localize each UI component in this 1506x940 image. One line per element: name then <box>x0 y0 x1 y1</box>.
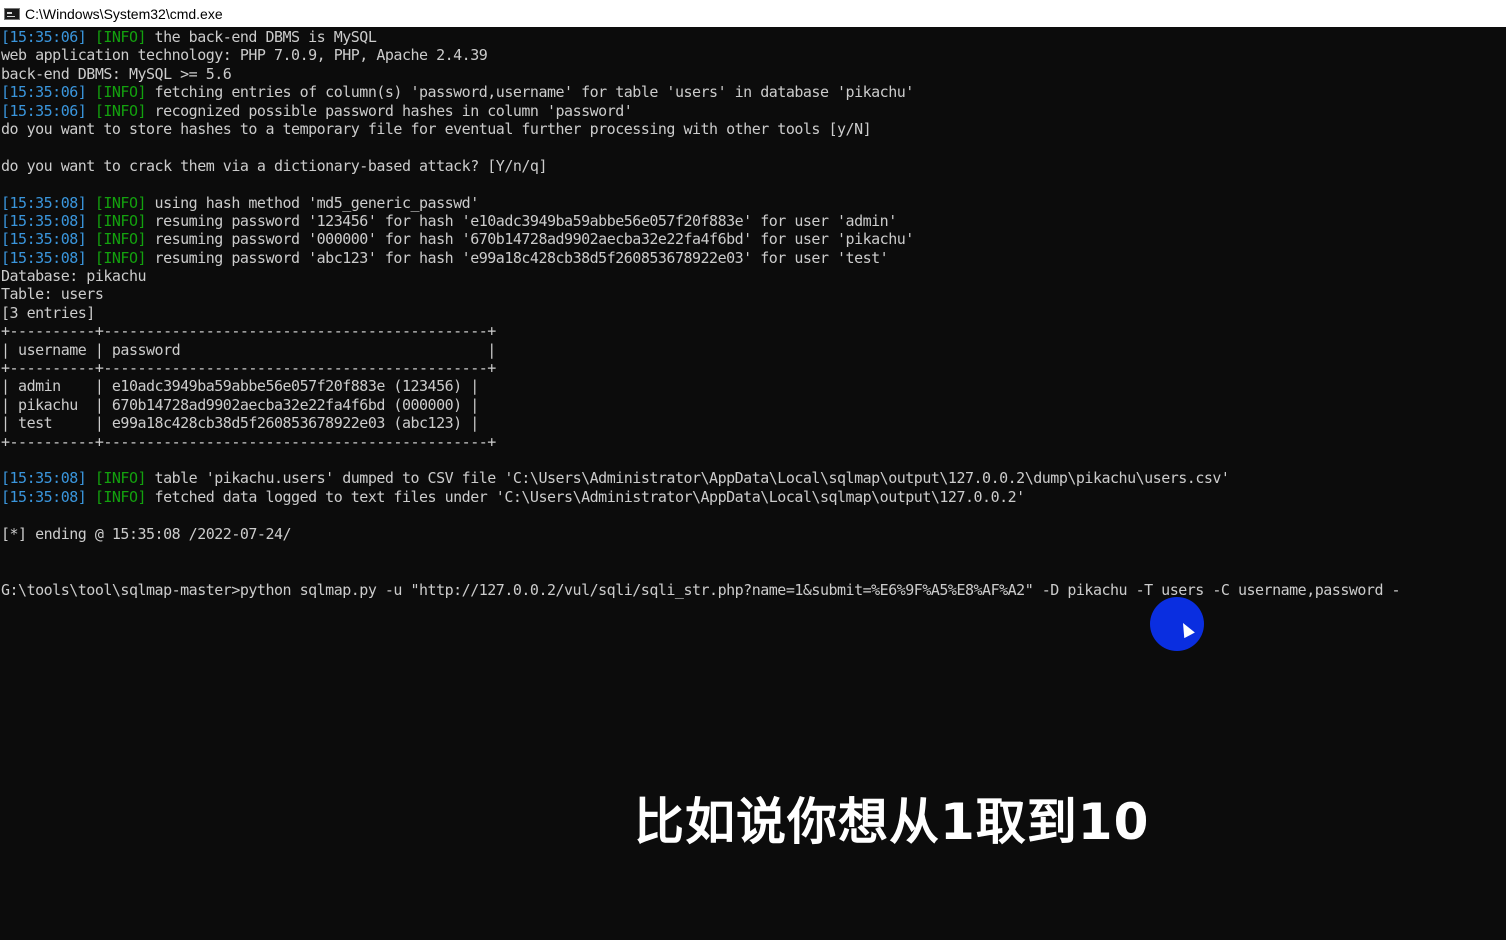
console-text: back-end DBMS: MySQL >= 5.6 <box>1 64 232 83</box>
console-line: [15:35:06] [INFO] recognized possible pa… <box>1 102 1506 120</box>
log-timestamp: [15:35:08] <box>1 193 87 212</box>
log-timestamp: [15:35:08] <box>1 230 87 249</box>
log-message: table 'pikachu.users' dumped to CSV file… <box>146 469 1230 488</box>
console-line: [15:35:06] [INFO] the back-end DBMS is M… <box>1 28 1506 46</box>
log-timestamp: [15:35:06] <box>1 28 87 46</box>
console-line: back-end DBMS: MySQL >= 5.6 <box>1 65 1506 83</box>
console-text: [*] ending @ 15:35:08 /2022-07-24/ <box>1 524 292 543</box>
log-message: fetched data logged to text files under … <box>146 487 1026 506</box>
log-message: fetching entries of column(s) 'password,… <box>146 83 915 102</box>
console-line: [15:35:08] [INFO] using hash method 'md5… <box>1 194 1506 212</box>
console-text: | username | password | <box>1 340 496 359</box>
console-line: | username | password | <box>1 341 1506 359</box>
console-line: [15:35:06] [INFO] fetching entries of co… <box>1 83 1506 101</box>
console-line: do you want to crack them via a dictiona… <box>1 157 1506 175</box>
console-line: +----------+----------------------------… <box>1 322 1506 340</box>
console-line: +----------+----------------------------… <box>1 433 1506 451</box>
log-level: [INFO] <box>94 28 147 46</box>
console-output[interactable]: [15:35:06] [INFO] the back-end DBMS is M… <box>1 28 1506 543</box>
console-line: [15:35:08] [INFO] resuming password '123… <box>1 212 1506 230</box>
log-level: [INFO] <box>94 193 147 212</box>
log-message: resuming password '000000' for hash '670… <box>146 230 915 249</box>
log-level: [INFO] <box>94 469 147 488</box>
command-prompt-line[interactable]: G:\tools\tool\sqlmap-master>python sqlma… <box>1 581 1506 600</box>
window-title: C:\Windows\System32\cmd.exe <box>25 5 223 22</box>
video-subtitle: 比如说你想从1取到10 <box>634 793 1150 851</box>
console-text: do you want to crack them via a dictiona… <box>1 156 547 175</box>
log-timestamp: [15:35:06] <box>1 101 87 120</box>
console-line: [15:35:08] [INFO] table 'pikachu.users' … <box>1 469 1506 487</box>
log-message: resuming password '123456' for hash 'e10… <box>146 211 898 230</box>
console-text: Database: pikachu <box>1 267 147 286</box>
log-message: resuming password 'abc123' for hash 'e99… <box>146 248 889 267</box>
console-text: +----------+----------------------------… <box>1 322 496 341</box>
log-message: recognized possible password hashes in c… <box>146 101 633 120</box>
console-text: web application technology: PHP 7.0.9, P… <box>1 46 488 65</box>
console-text: do you want to store hashes to a tempora… <box>1 119 872 138</box>
cursor-highlight <box>1150 597 1204 651</box>
cmd-icon <box>4 7 20 20</box>
log-timestamp: [15:35:06] <box>1 83 87 102</box>
console-line: [15:35:08] [INFO] resuming password '000… <box>1 230 1506 248</box>
log-message: using hash method 'md5_generic_passwd' <box>146 193 480 212</box>
console-line: [15:35:08] [INFO] fetched data logged to… <box>1 488 1506 506</box>
log-timestamp: [15:35:08] <box>1 487 87 506</box>
cmd-window[interactable]: C:\Windows\System32\cmd.exe [15:35:06] [… <box>0 0 1506 940</box>
console-line: | admin | e10adc3949ba59abbe56e057f20f88… <box>1 377 1506 395</box>
log-level: [INFO] <box>94 83 147 102</box>
console-line: [*] ending @ 15:35:08 /2022-07-24/ <box>1 525 1506 543</box>
title-bar[interactable]: C:\Windows\System32\cmd.exe <box>0 0 1506 27</box>
console-line: Table: users <box>1 285 1506 303</box>
console-text: | test | e99a18c428cb38d5f260853678922e0… <box>1 414 479 433</box>
console-line: [3 entries] <box>1 304 1506 322</box>
log-timestamp: [15:35:08] <box>1 469 87 488</box>
log-level: [INFO] <box>94 248 147 267</box>
console-line: do you want to store hashes to a tempora… <box>1 120 1506 138</box>
console-text: | admin | e10adc3949ba59abbe56e057f20f88… <box>1 377 479 396</box>
log-level: [INFO] <box>94 230 147 249</box>
log-level: [INFO] <box>94 487 147 506</box>
log-timestamp: [15:35:08] <box>1 211 87 230</box>
console-line: | test | e99a18c428cb38d5f260853678922e0… <box>1 414 1506 432</box>
log-level: [INFO] <box>94 211 147 230</box>
log-timestamp: [15:35:08] <box>1 248 87 267</box>
console-text: | pikachu | 670b14728ad9902aecba32e22fa4… <box>1 395 479 414</box>
console-line: web application technology: PHP 7.0.9, P… <box>1 46 1506 64</box>
console-text: [3 entries] <box>1 303 95 322</box>
console-line: +----------+----------------------------… <box>1 359 1506 377</box>
console-line: | pikachu | 670b14728ad9902aecba32e22fa4… <box>1 396 1506 414</box>
console-line: Database: pikachu <box>1 267 1506 285</box>
console-text: Table: users <box>1 285 104 304</box>
console-text: +----------+----------------------------… <box>1 359 496 378</box>
console-text: +----------+----------------------------… <box>1 432 496 451</box>
log-message: the back-end DBMS is MySQL <box>146 28 377 46</box>
console-line: [15:35:08] [INFO] resuming password 'abc… <box>1 249 1506 267</box>
log-level: [INFO] <box>94 101 147 120</box>
